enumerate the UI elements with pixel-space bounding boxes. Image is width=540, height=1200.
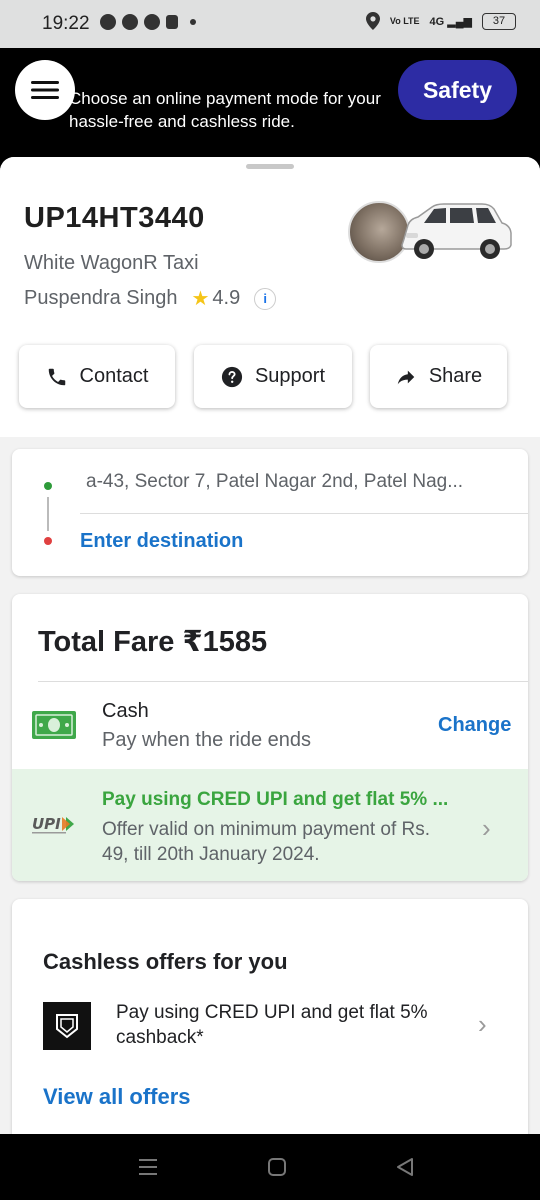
message-notification-icon (144, 14, 160, 30)
signal-label: 4G (429, 15, 445, 28)
volte-label: Vo LTE (389, 15, 420, 26)
vehicle-plate: UP14HT3440 (24, 202, 205, 234)
banner-line-2: hassle-free and cashless ride. (69, 112, 295, 131)
route-divider (80, 513, 528, 514)
status-time: 19:22 (42, 13, 90, 34)
chat-notification-icon (100, 14, 116, 30)
contact-button[interactable]: Contact (19, 345, 175, 408)
ride-details-sheet[interactable]: UP14HT3440 White WagonR Taxi Puspendra S… (0, 157, 540, 1134)
total-fare: Total Fare ₹1585 (38, 626, 268, 658)
recents-icon[interactable] (137, 1156, 159, 1178)
fare-card: Total Fare ₹1585 Cash Pay when the ride … (12, 594, 528, 881)
upi-logo-icon: UPI (32, 815, 74, 834)
battery-level: 37 (492, 15, 506, 27)
contact-label: Contact (79, 365, 149, 387)
driver-info: Puspendra Singh ★ 4.9 i (24, 286, 277, 311)
offers-title: Cashless offers for you (43, 949, 288, 974)
pickup-address[interactable]: a-43, Sector 7, Patel Nagar 2nd, Patel N… (86, 471, 506, 493)
location-icon (365, 12, 380, 30)
menu-button[interactable] (15, 60, 75, 120)
cash-icon (32, 711, 76, 739)
play-notification-icon (122, 14, 138, 30)
back-icon[interactable] (394, 1156, 416, 1178)
star-icon: ★ (191, 288, 210, 310)
route-card: a-43, Sector 7, Patel Nagar 2nd, Patel N… (12, 449, 528, 576)
destination-dot-icon (44, 537, 52, 545)
cred-shield-icon (56, 1014, 78, 1039)
share-button[interactable]: Share (370, 345, 507, 408)
signal-icon: 4G ▂▄▆ (429, 15, 472, 28)
lock-notification-icon (166, 15, 178, 29)
upi-offer-title: Pay using CRED UPI and get flat 5% ... (102, 789, 449, 810)
svg-text:UPI: UPI (32, 815, 61, 833)
vehicle-description: White WagonR Taxi (24, 252, 199, 274)
phone-icon (48, 368, 65, 385)
chevron-right-icon[interactable]: › (478, 1009, 487, 1040)
info-icon[interactable]: i (254, 287, 277, 310)
support-button[interactable]: Support (194, 345, 352, 408)
battery-icon: 37 (482, 12, 516, 30)
car-icon (401, 203, 512, 259)
chevron-right-icon: › (482, 813, 491, 843)
banner-message: Choose an online payment mode for your h… (69, 87, 381, 133)
cred-logo-icon (43, 1002, 91, 1050)
pickup-dot-icon (44, 482, 52, 490)
route-connector (47, 497, 49, 531)
change-payment-button[interactable]: Change (438, 714, 511, 737)
cred-upi-offer-banner[interactable]: UPI Pay using CRED UPI and get flat 5% .… (12, 769, 528, 881)
notification-icons (100, 14, 196, 30)
upi-offer-subtitle: Offer valid on minimum payment of Rs. 49… (102, 819, 431, 865)
payment-method-subtitle: Pay when the ride ends (102, 729, 312, 751)
cashless-offers-card: Cashless offers for you Pay using CRED U… (12, 899, 528, 1134)
driver-name: Puspendra Singh (24, 287, 178, 309)
drag-handle[interactable] (246, 164, 294, 169)
status-bar: 19:22 Vo LTE 4G ▂▄▆ 37 (0, 0, 540, 48)
driver-rating: 4.9 (212, 287, 241, 309)
more-notifications-dot-icon (190, 19, 196, 25)
share-arrow-icon (397, 370, 415, 384)
payment-method-title: Cash (102, 700, 149, 722)
safety-button[interactable]: Safety (398, 60, 517, 120)
enter-destination-link[interactable]: Enter destination (80, 530, 243, 553)
support-label: Support (254, 365, 326, 387)
share-label: Share (428, 365, 483, 387)
system-icons: Vo LTE 4G ▂▄▆ 37 (365, 12, 516, 30)
view-all-offers-link[interactable]: View all offers (43, 1084, 191, 1110)
help-icon (221, 366, 243, 387)
banner-line-1: Choose an online payment mode for your (69, 89, 381, 108)
hamburger-icon (31, 81, 59, 99)
system-navigation-bar (0, 1134, 540, 1200)
fare-divider (38, 681, 528, 682)
cred-offer-text[interactable]: Pay using CRED UPI and get flat 5% cashb… (116, 1000, 456, 1050)
home-icon[interactable] (266, 1156, 288, 1178)
